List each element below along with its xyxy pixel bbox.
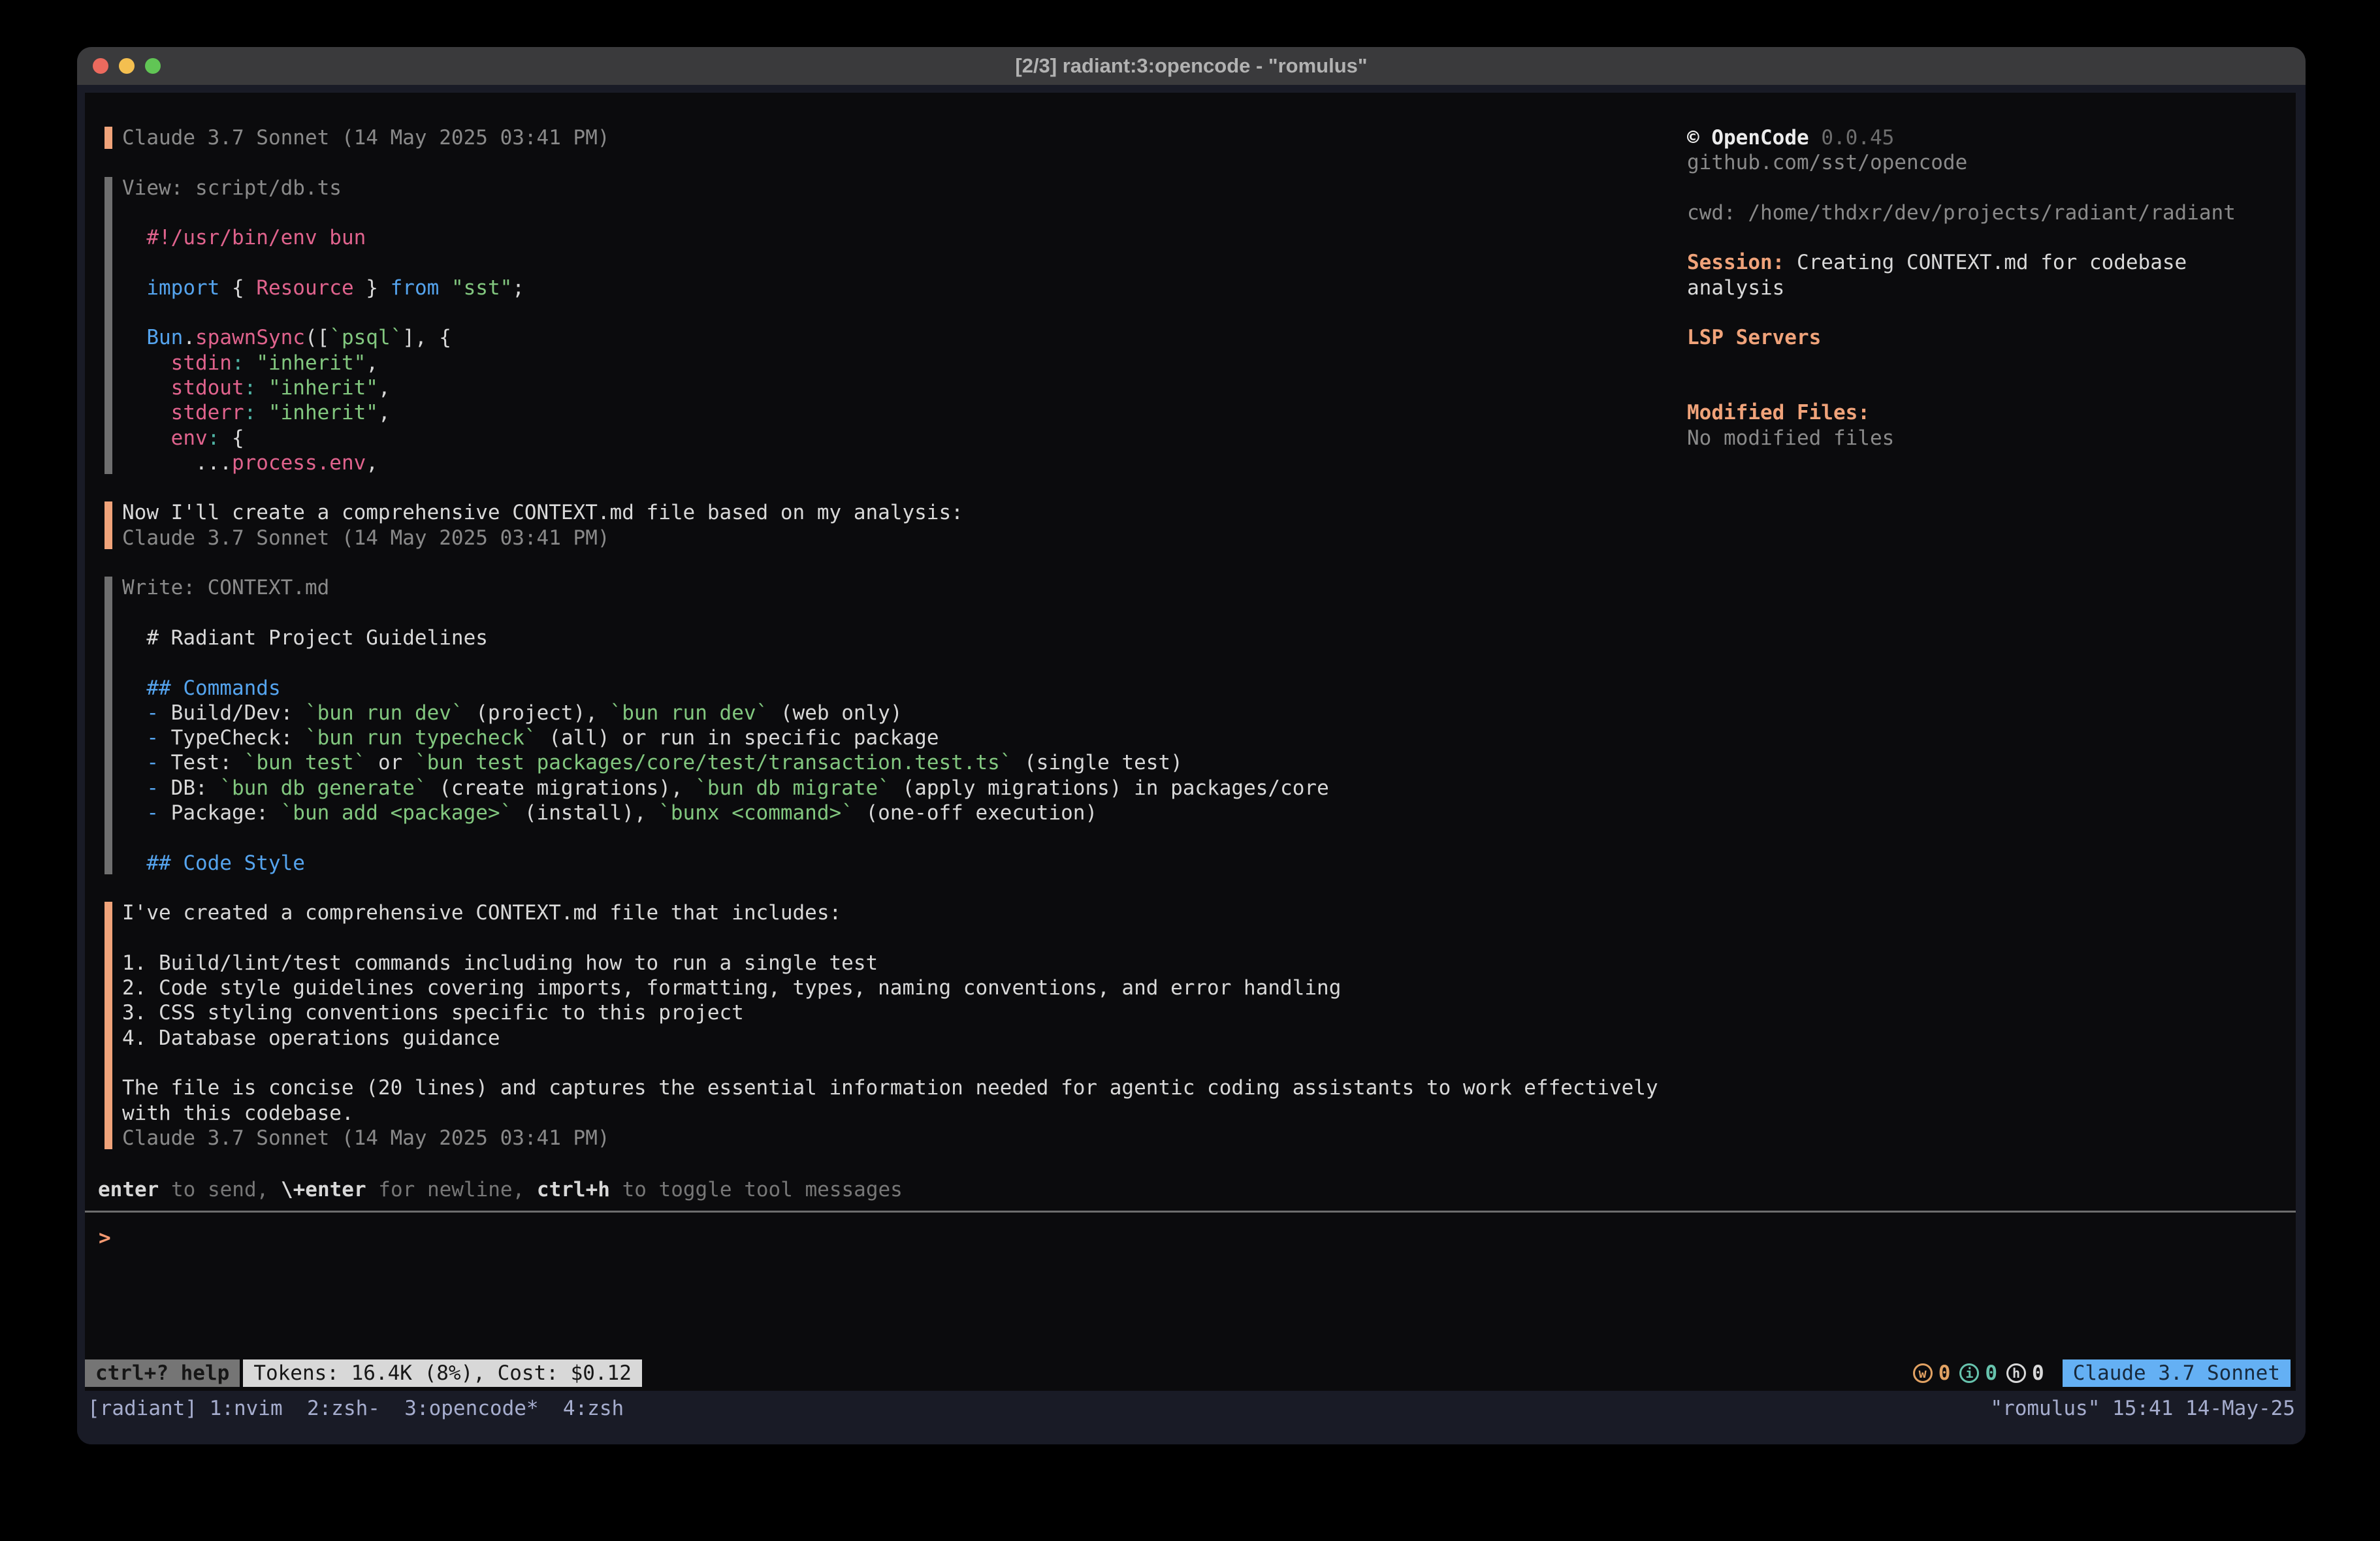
message-block: Now I'll create a comprehensive CONTEXT.… <box>105 500 2296 550</box>
session-sidebar: © OpenCode 0.0.45 github.com/sst/opencod… <box>1687 125 2291 451</box>
modified-files-empty: No modified files <box>1687 426 2291 451</box>
hints-count: 0 <box>2032 1361 2044 1385</box>
warnings-icon: w <box>1913 1363 1933 1383</box>
brand-line: © OpenCode 0.0.45 <box>1687 125 2291 150</box>
chat-line: 2. Code style guidelines covering import… <box>122 976 2296 1000</box>
chat-line: Claude 3.7 Sonnet (14 May 2025 03:41 PM) <box>122 526 2296 550</box>
info-count: 0 <box>1985 1361 1997 1385</box>
tmux-window-item[interactable]: 3:opencode* <box>380 1396 539 1444</box>
opencode-logo-icon: © <box>1687 126 1699 150</box>
chat-line <box>122 825 2296 850</box>
info-icon: i <box>1959 1363 1979 1383</box>
chat-line: 3. CSS styling conventions specific to t… <box>122 1000 2296 1025</box>
window-title: [2/3] radiant:3:opencode - "romulus" <box>1015 54 1367 78</box>
chat-line <box>122 650 2296 675</box>
app-name <box>1699 126 1712 150</box>
chat-line: I've created a comprehensive CONTEXT.md … <box>122 900 2296 925</box>
chat-line: - DB: `bun db generate` (create migratio… <box>122 776 2296 801</box>
chat-line: - Test: `bun test` or `bun test packages… <box>122 750 2296 775</box>
chat-line: Write: CONTEXT.md <box>122 575 2296 600</box>
keybinding-hint: enter to send, \+enter for newline, ctrl… <box>85 1177 2296 1202</box>
prompt-chevron-icon: > <box>99 1226 111 1250</box>
chat-line: ## Code Style <box>122 851 2296 876</box>
tmux-window-item[interactable]: 4:zsh <box>539 1396 624 1444</box>
message-input[interactable]: > <box>85 1213 2296 1359</box>
session-label: Session: <box>1687 251 1784 274</box>
message-block: Write: CONTEXT.md # Radiant Project Guid… <box>105 575 2296 876</box>
chat-line: # Radiant Project Guidelines <box>122 626 2296 650</box>
tmux-window-item[interactable]: 2:zsh- <box>283 1396 380 1444</box>
terminal-window: [2/3] radiant:3:opencode - "romulus" Cla… <box>77 47 2306 1444</box>
warnings-count: 0 <box>1938 1361 1951 1385</box>
traffic-lights <box>93 47 161 85</box>
chat-line: - Package: `bun add <package>` (install)… <box>122 801 2296 825</box>
chat-line: The file is concise (20 lines) and captu… <box>122 1075 2296 1100</box>
close-button[interactable] <box>93 58 108 74</box>
app-version-text: 0.0.45 <box>1821 126 1894 150</box>
lsp-servers-heading: LSP Servers <box>1687 325 2291 350</box>
minimize-button[interactable] <box>119 58 135 74</box>
chat-line <box>122 601 2296 626</box>
modified-files-heading: Modified Files: <box>1687 400 2291 425</box>
app-name-text: OpenCode <box>1711 126 1809 150</box>
tmux-session-clock: "romulus" 15:41 14-May-25 <box>1990 1396 2295 1444</box>
session-line: Session: Creating CONTEXT.md for codebas… <box>1687 250 2291 300</box>
chat-line: ## Commands <box>122 676 2296 701</box>
window-titlebar[interactable]: [2/3] radiant:3:opencode - "romulus" <box>77 47 2306 85</box>
chat-line: 1. Build/lint/test commands including ho… <box>122 951 2296 976</box>
chat-line <box>122 1051 2296 1075</box>
tmux-window-item[interactable]: 1:nvim <box>210 1396 283 1444</box>
help-chip[interactable]: ctrl+? help <box>85 1359 240 1387</box>
opencode-tui: Claude 3.7 Sonnet (14 May 2025 03:41 PM)… <box>85 93 2296 1391</box>
chat-line: with this codebase. <box>122 1101 2296 1126</box>
desktop: { "window": { "title": "[2/3] radiant:3:… <box>0 0 2380 1541</box>
terminal-body: Claude 3.7 Sonnet (14 May 2025 03:41 PM)… <box>77 85 2306 1444</box>
chat-line <box>122 926 2296 951</box>
repo-link: github.com/sst/opencode <box>1687 150 2291 175</box>
cwd-label: cwd: <box>1687 201 1736 225</box>
tmux-status-bar: [radiant] 1:nvim 2:zsh- 3:opencode* 4:zs… <box>77 1391 2306 1444</box>
diagnostics-badges: w0i0h0 <box>1913 1361 2044 1385</box>
cwd-value: /home/thdxr/dev/projects/radiant/radiant <box>1736 201 2236 225</box>
message-block: I've created a comprehensive CONTEXT.md … <box>105 900 2296 1151</box>
chat-line: ...process.env, <box>122 451 2296 475</box>
model-chip[interactable]: Claude 3.7 Sonnet <box>2063 1359 2291 1387</box>
chat-line: - TypeCheck: `bun run typecheck` (all) o… <box>122 725 2296 750</box>
tmux-session-name: [radiant] <box>88 1396 210 1444</box>
diagnostic-warnings-badge: w0 <box>1913 1361 1951 1385</box>
hints-icon: h <box>2006 1363 2026 1383</box>
status-bar: ctrl+? help Tokens: 16.4K (8%), Cost: $0… <box>85 1359 2291 1387</box>
zoom-button[interactable] <box>145 58 161 74</box>
chat-line: Now I'll create a comprehensive CONTEXT.… <box>122 500 2296 525</box>
app-version <box>1809 126 1822 150</box>
diagnostic-hints-badge: h0 <box>2006 1361 2044 1385</box>
chat-line: Claude 3.7 Sonnet (14 May 2025 03:41 PM) <box>122 1126 2296 1151</box>
chat-line: - Build/Dev: `bun run dev` (project), `b… <box>122 701 2296 725</box>
cwd-line: cwd: /home/thdxr/dev/projects/radiant/ra… <box>1687 200 2291 225</box>
tokens-cost-chip: Tokens: 16.4K (8%), Cost: $0.12 <box>243 1359 642 1387</box>
chat-line: 4. Database operations guidance <box>122 1026 2296 1051</box>
tmux-window-list: [radiant] 1:nvim 2:zsh- 3:opencode* 4:zs… <box>88 1396 624 1444</box>
diagnostic-info-badge: i0 <box>1959 1361 1997 1385</box>
